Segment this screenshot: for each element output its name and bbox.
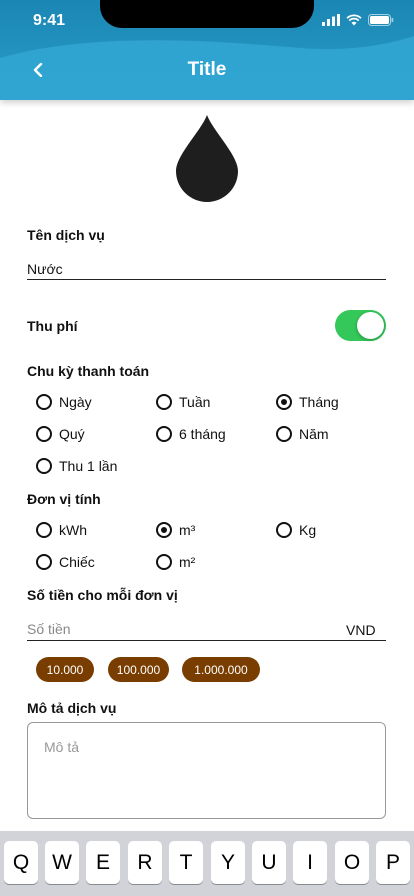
key-u[interactable]: U [252, 841, 286, 884]
radio-unit-m2[interactable]: m² [156, 554, 195, 570]
radio-unit-kwh[interactable]: kWh [36, 522, 87, 538]
radio-cycle-quy[interactable]: Quý [36, 426, 85, 442]
keyboard: Q W E R T Y U I O P [0, 831, 414, 896]
radio-circle-icon [36, 554, 52, 570]
description-input[interactable] [27, 722, 386, 819]
page-title: Title [187, 59, 227, 80]
radio-label: Tuần [179, 394, 211, 410]
signal-icon [322, 14, 340, 26]
wifi-icon [346, 14, 362, 26]
radio-unit-chiec[interactable]: Chiếc [36, 554, 95, 570]
service-name-label: Tên dịch vụ [27, 227, 105, 243]
fee-toggle[interactable] [335, 310, 386, 341]
radio-label: Tháng [299, 394, 339, 410]
key-p[interactable]: P [376, 841, 410, 884]
radio-cycle-thang[interactable]: Tháng [276, 394, 339, 410]
radio-cycle-thu-1-lan[interactable]: Thu 1 lần [36, 458, 117, 474]
water-drop-icon [176, 115, 238, 202]
radio-circle-icon [276, 426, 292, 442]
radio-label: kWh [59, 522, 87, 538]
radio-circle-icon [36, 426, 52, 442]
radio-label: Thu 1 lần [59, 458, 118, 474]
radio-circle-icon [156, 426, 172, 442]
key-o[interactable]: O [335, 841, 369, 884]
radio-cycle-ngay[interactable]: Ngày [36, 394, 92, 410]
key-w[interactable]: W [45, 841, 79, 884]
billing-cycle-label: Chu kỳ thanh toán [27, 363, 150, 379]
radio-label: Quý [59, 426, 85, 442]
key-e[interactable]: E [86, 841, 120, 884]
radio-circle-icon [156, 394, 172, 410]
status-time: 9:41 [33, 12, 66, 29]
radio-label: 6 tháng [179, 426, 226, 442]
key-q[interactable]: Q [4, 841, 38, 884]
radio-selected-icon [276, 394, 292, 410]
radio-cycle-tuan[interactable]: Tuần [156, 394, 210, 410]
radio-circle-icon [36, 458, 52, 474]
radio-label: Ngày [59, 394, 92, 410]
app-header: 9:41 Title [0, 0, 414, 100]
radio-circle-icon [36, 522, 52, 538]
amount-label: Số tiền cho mỗi đơn vị [27, 587, 178, 603]
radio-circle-icon [156, 554, 172, 570]
amount-underline [27, 640, 386, 641]
radio-circle-icon [36, 394, 52, 410]
quick-amount-chip-1000000[interactable]: 1.000.000 [182, 657, 260, 682]
battery-icon [368, 14, 394, 26]
radio-label: Chiếc [59, 554, 95, 570]
radio-label: Năm [299, 426, 329, 442]
quick-amount-chip-100000[interactable]: 100.000 [108, 657, 169, 682]
radio-circle-icon [276, 522, 292, 538]
radio-selected-icon [156, 522, 172, 538]
key-i[interactable]: I [293, 841, 327, 884]
radio-label: Kg [299, 522, 317, 538]
radio-unit-kg[interactable]: Kg [276, 522, 316, 538]
key-r[interactable]: R [128, 841, 162, 884]
fee-label: Thu phí [27, 318, 78, 334]
key-t[interactable]: T [169, 841, 203, 884]
currency-label: VND [346, 622, 376, 638]
service-name-field[interactable]: Nước [27, 261, 63, 277]
radio-label: m³ [179, 522, 196, 538]
amount-input[interactable] [27, 620, 337, 638]
toggle-knob [357, 312, 384, 339]
device-notch [100, 0, 314, 28]
radio-unit-m3[interactable]: m³ [156, 522, 195, 538]
description-label: Mô tả dịch vụ [27, 700, 117, 716]
unit-label: Đơn vị tính [27, 491, 101, 507]
key-y[interactable]: Y [211, 841, 245, 884]
quick-amount-chip-10000[interactable]: 10.000 [36, 657, 94, 682]
radio-cycle-nam[interactable]: Năm [276, 426, 329, 442]
radio-label: m² [179, 554, 196, 570]
radio-cycle-6-thang[interactable]: 6 tháng [156, 426, 226, 442]
service-name-underline [27, 279, 386, 280]
status-icons [322, 14, 394, 26]
